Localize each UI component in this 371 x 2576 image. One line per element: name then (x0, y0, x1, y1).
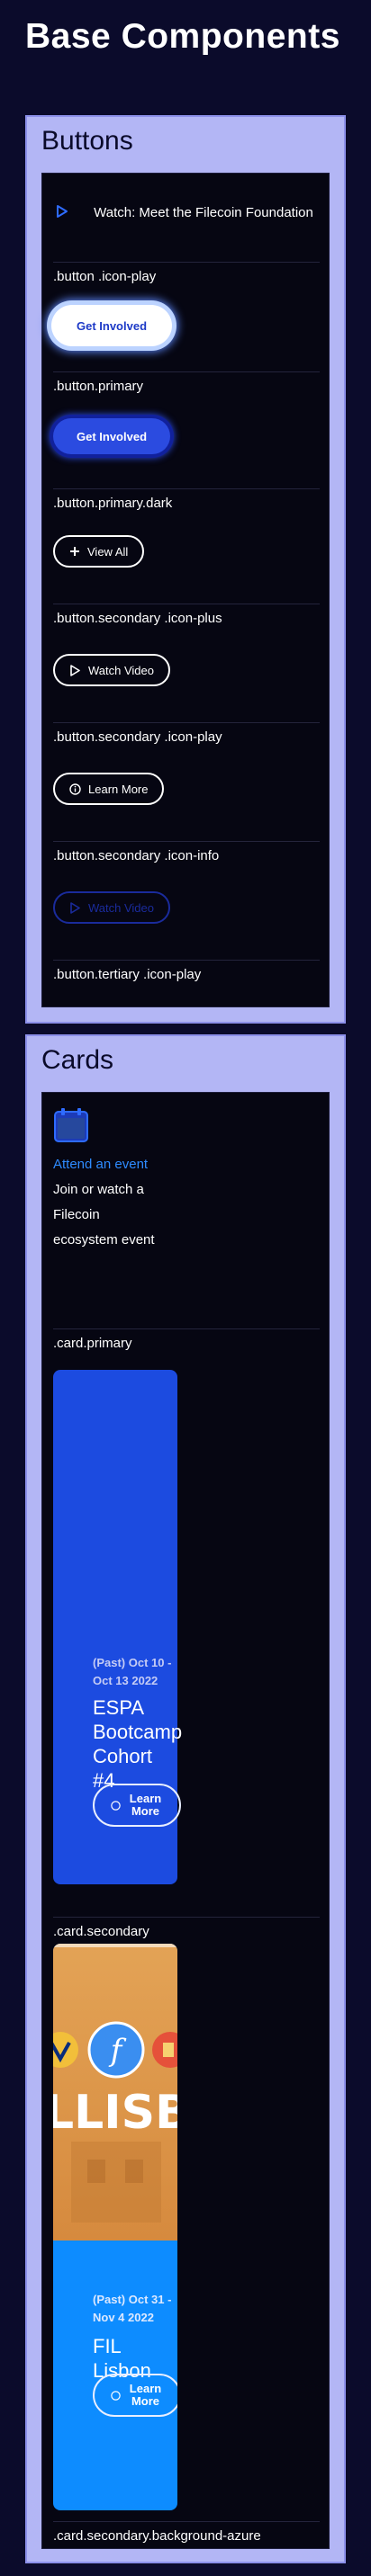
view-all-button[interactable]: View All (53, 535, 145, 568)
watch-video-link[interactable]: Watch: Meet the Filecoin Foundation (55, 204, 321, 240)
divider (53, 2521, 320, 2522)
watch-video-label: Watch Video (88, 663, 154, 677)
cards-section: Cards Attend an event Join or watch a Fi… (25, 1034, 346, 2563)
component-caption: .button.primary (53, 379, 144, 394)
view-all-label: View All (87, 544, 129, 559)
divider (53, 1328, 320, 1329)
component-caption: .card.secondary.background-azure (53, 2528, 261, 2544)
watch-video-label: Watch Video (88, 900, 154, 915)
get-involved-label: Get Involved (76, 429, 148, 443)
get-involved-label: Get Involved (76, 318, 148, 333)
learn-more-button[interactable]: Learn More (93, 1784, 181, 1827)
image-text: LLISBO (53, 2086, 177, 2140)
component-caption: .button.tertiary .icon-play (53, 967, 202, 982)
divider (53, 841, 320, 842)
info-icon (69, 783, 81, 795)
cards-panel: Attend an event Join or watch a Filecoin… (41, 1092, 330, 2549)
divider (53, 262, 320, 263)
attend-event-link[interactable]: Attend an event (53, 1157, 188, 1172)
card-date: (Past) Oct 10 - Oct 13 2022 (93, 1656, 172, 1687)
secondary-card[interactable]: (Past) Oct 10 - Oct 13 2022 ESPA Bootcam… (53, 1370, 183, 1884)
azure-card[interactable]: f LLISBO (Past) Oct 31 - Nov 4 2022 FIL … (53, 1944, 177, 2510)
learn-more-button[interactable]: Learn More (93, 2374, 177, 2417)
component-caption: .button.secondary .icon-info (53, 848, 220, 863)
component-caption: .card.secondary (53, 1924, 149, 1939)
divider (53, 960, 320, 961)
plus-icon (70, 547, 79, 556)
component-caption: .button.secondary .icon-plus (53, 611, 222, 626)
learn-more-label: Learn More (129, 2382, 162, 2408)
divider (53, 371, 320, 372)
component-caption: .button.primary.dark (53, 496, 173, 511)
info-icon (110, 1800, 121, 1811)
buttons-panel: Watch: Meet the Filecoin Foundation .but… (41, 173, 330, 1007)
event-card[interactable]: Attend an event Join or watch a Filecoin… (53, 1107, 188, 1253)
get-involved-primary-button[interactable]: Get Involved (53, 418, 170, 454)
watch-video-tertiary-button[interactable]: Watch Video (53, 891, 170, 924)
component-caption: .button .icon-play (53, 269, 157, 284)
event-image: f LLISBO (53, 1944, 177, 2241)
learn-more-label: Learn More (129, 1792, 162, 1818)
section-title-buttons: Buttons (41, 126, 133, 156)
get-involved-button[interactable]: Get Involved (51, 305, 172, 346)
divider (53, 488, 320, 489)
card-date: (Past) Oct 31 - Nov 4 2022 (93, 2293, 172, 2324)
section-title-cards: Cards (41, 1045, 114, 1075)
watch-video-label: Watch: Meet the Filecoin Foundation (94, 205, 313, 220)
watch-video-button[interactable]: Watch Video (53, 654, 170, 686)
play-icon (70, 901, 80, 914)
component-caption: .card.primary (53, 1336, 132, 1351)
play-icon (70, 664, 80, 676)
page-title: Base Components (25, 17, 340, 56)
card-title: ESPA Bootcamp Cohort #4 (93, 1696, 183, 1792)
learn-more-button[interactable]: Learn More (53, 773, 165, 805)
info-icon (110, 2390, 121, 2401)
buttons-section: Buttons Watch: Meet the Filecoin Foundat… (25, 115, 346, 1024)
play-icon (57, 205, 68, 218)
calendar-icon (54, 1108, 88, 1142)
event-description: Join or watch a Filecoin ecosystem event (53, 1182, 155, 1248)
divider (53, 1917, 320, 1918)
component-caption: .button.secondary .icon-play (53, 729, 222, 745)
divider (53, 722, 320, 723)
learn-more-label: Learn More (88, 782, 149, 796)
